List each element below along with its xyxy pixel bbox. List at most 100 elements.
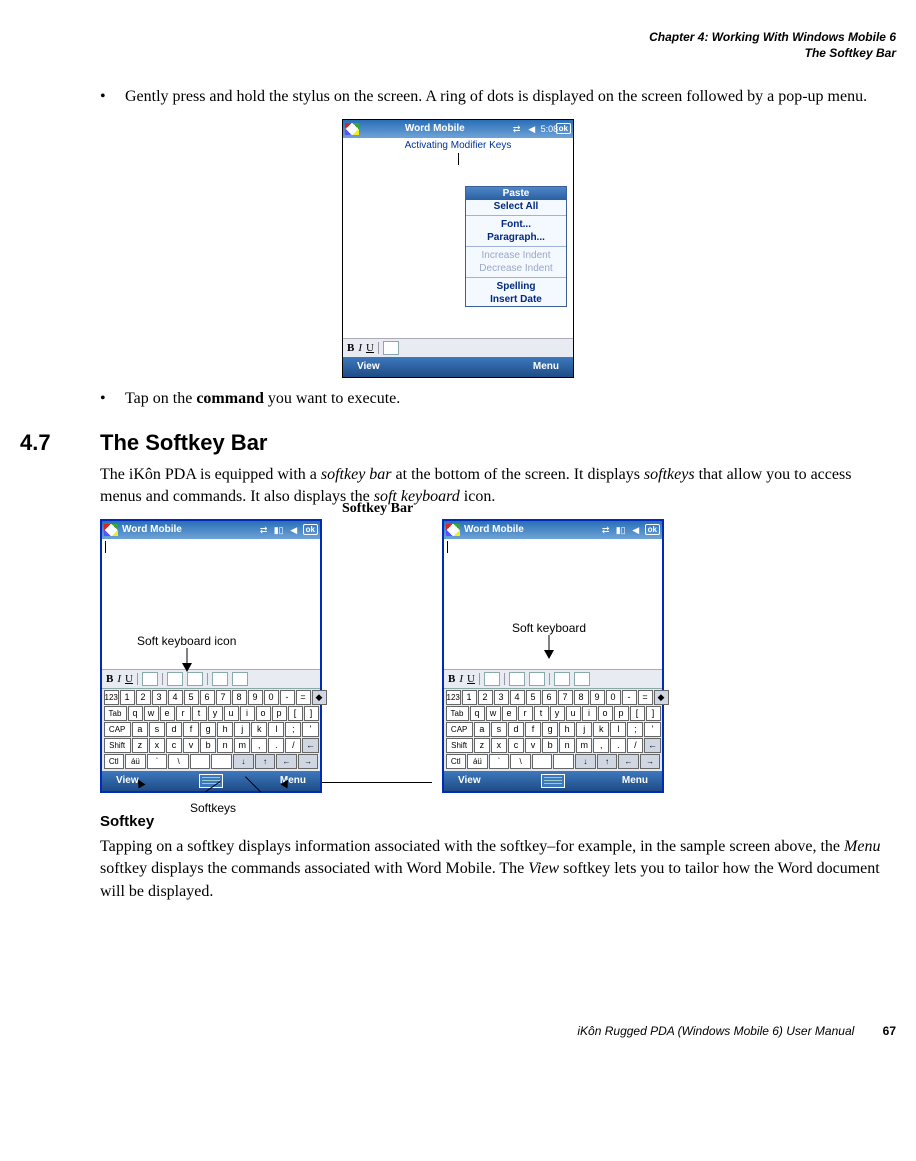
keyboard-key[interactable]: l xyxy=(268,722,284,737)
keyboard-key[interactable]: 9 xyxy=(248,690,263,705)
underline-button[interactable]: U xyxy=(366,342,374,354)
keyboard-key[interactable]: x xyxy=(491,738,507,753)
keyboard-key[interactable]: ' xyxy=(644,722,660,737)
keyboard-key[interactable]: CAP xyxy=(446,722,473,737)
keyboard-key[interactable]: - xyxy=(622,690,637,705)
softkey-menu[interactable]: Menu xyxy=(622,775,648,786)
document-area[interactable]: Soft keyboard icon xyxy=(102,539,320,669)
keyboard-key[interactable]: ] xyxy=(646,706,661,721)
keyboard-key[interactable]: c xyxy=(166,738,182,753)
italic-button[interactable]: I xyxy=(117,673,121,685)
keyboard-key[interactable]: a xyxy=(474,722,490,737)
menu-font[interactable]: Font... xyxy=(466,218,566,231)
keyboard-key[interactable]: . xyxy=(268,738,284,753)
outdent-icon[interactable] xyxy=(212,672,228,686)
keyboard-key[interactable]: ↑ xyxy=(597,754,618,769)
italic-button[interactable]: I xyxy=(358,342,362,354)
keyboard-key[interactable]: i xyxy=(240,706,255,721)
align-icon[interactable] xyxy=(383,341,399,355)
underline-button[interactable]: U xyxy=(125,673,133,685)
keyboard-key[interactable]: ← xyxy=(618,754,639,769)
keyboard-key[interactable]: 4 xyxy=(510,690,525,705)
keyboard-key[interactable]: ← xyxy=(644,738,660,753)
keyboard-key[interactable]: z xyxy=(132,738,148,753)
keyboard-key[interactable]: 9 xyxy=(590,690,605,705)
keyboard-key[interactable]: t xyxy=(192,706,207,721)
keyboard-key[interactable]: / xyxy=(627,738,643,753)
list-icon[interactable] xyxy=(187,672,203,686)
keyboard-key[interactable]: 0 xyxy=(606,690,621,705)
align-icon[interactable] xyxy=(142,672,158,686)
bold-button[interactable]: B xyxy=(448,673,455,685)
keyboard-key[interactable]: k xyxy=(251,722,267,737)
keyboard-key[interactable]: Ctl xyxy=(446,754,467,769)
keyboard-key[interactable]: l xyxy=(610,722,626,737)
keyboard-key[interactable]: f xyxy=(183,722,199,737)
keyboard-key[interactable]: ; xyxy=(285,722,301,737)
keyboard-key[interactable]: - xyxy=(280,690,295,705)
keyboard-key[interactable]: z xyxy=(474,738,490,753)
underline-button[interactable]: U xyxy=(467,673,475,685)
keyboard-key[interactable]: = xyxy=(638,690,653,705)
keyboard-key[interactable]: d xyxy=(166,722,182,737)
keyboard-key[interactable]: o xyxy=(256,706,271,721)
keyboard-key[interactable]: b xyxy=(200,738,216,753)
keyboard-key[interactable]: r xyxy=(518,706,533,721)
keyboard-key[interactable]: 8 xyxy=(574,690,589,705)
keyboard-key[interactable]: \ xyxy=(510,754,531,769)
keyboard-key[interactable]: ← xyxy=(276,754,297,769)
keyboard-key[interactable]: s xyxy=(149,722,165,737)
menu-paragraph[interactable]: Paragraph... xyxy=(466,231,566,244)
indent-icon[interactable] xyxy=(232,672,248,686)
keyboard-key[interactable] xyxy=(532,754,553,769)
keyboard-key[interactable]: Tab xyxy=(446,706,469,721)
keyboard-key[interactable]: 1 xyxy=(120,690,135,705)
soft-keyboard-icon[interactable] xyxy=(541,774,565,788)
keyboard-key[interactable]: ↓ xyxy=(575,754,596,769)
keyboard-key[interactable]: o xyxy=(598,706,613,721)
keyboard-key[interactable]: = xyxy=(296,690,311,705)
keyboard-key[interactable]: 7 xyxy=(216,690,231,705)
softkey-view[interactable]: View xyxy=(458,775,481,786)
keyboard-key[interactable]: n xyxy=(217,738,233,753)
keyboard-key[interactable]: / xyxy=(285,738,301,753)
menu-select-all[interactable]: Select All xyxy=(466,200,566,213)
keyboard-key[interactable]: q xyxy=(128,706,143,721)
softkey-view[interactable]: View xyxy=(357,361,380,372)
keyboard-key[interactable]: 3 xyxy=(152,690,167,705)
keyboard-key[interactable]: → xyxy=(298,754,319,769)
keyboard-key[interactable]: 4 xyxy=(168,690,183,705)
bullets-icon[interactable] xyxy=(509,672,525,686)
keyboard-key[interactable]: ` xyxy=(489,754,510,769)
menu-spelling[interactable]: Spelling xyxy=(466,280,566,293)
menu-insert-date[interactable]: Insert Date xyxy=(466,293,566,306)
keyboard-key[interactable]: ← xyxy=(302,738,318,753)
bold-button[interactable]: B xyxy=(106,673,113,685)
keyboard-key[interactable]: 6 xyxy=(200,690,215,705)
keyboard-key[interactable]: q xyxy=(470,706,485,721)
keyboard-key[interactable]: s xyxy=(491,722,507,737)
keyboard-key[interactable]: \ xyxy=(168,754,189,769)
keyboard-key[interactable]: t xyxy=(534,706,549,721)
keyboard-key[interactable]: 0 xyxy=(264,690,279,705)
keyboard-key[interactable]: 6 xyxy=(542,690,557,705)
start-flag-icon[interactable] xyxy=(446,524,460,536)
keyboard-key[interactable] xyxy=(190,754,211,769)
document-area[interactable]: Soft keyboard xyxy=(444,539,662,669)
ok-button[interactable]: ok xyxy=(645,524,660,535)
keyboard-key[interactable]: 123 xyxy=(104,690,119,705)
keyboard-key[interactable]: Shift xyxy=(104,738,131,753)
keyboard-key[interactable]: m xyxy=(234,738,250,753)
keyboard-key[interactable]: v xyxy=(183,738,199,753)
keyboard-key[interactable]: a xyxy=(132,722,148,737)
keyboard-key[interactable]: p xyxy=(272,706,287,721)
keyboard-key[interactable]: h xyxy=(217,722,233,737)
keyboard-key[interactable]: v xyxy=(525,738,541,753)
keyboard-key[interactable]: Tab xyxy=(104,706,127,721)
keyboard-key[interactable]: 5 xyxy=(526,690,541,705)
keyboard-key[interactable]: f xyxy=(525,722,541,737)
keyboard-key[interactable]: w xyxy=(144,706,159,721)
document-area[interactable]: Activating Modifier Keys Paste Select Al… xyxy=(343,138,573,338)
start-flag-icon[interactable] xyxy=(345,123,359,135)
keyboard-key[interactable]: ` xyxy=(147,754,168,769)
